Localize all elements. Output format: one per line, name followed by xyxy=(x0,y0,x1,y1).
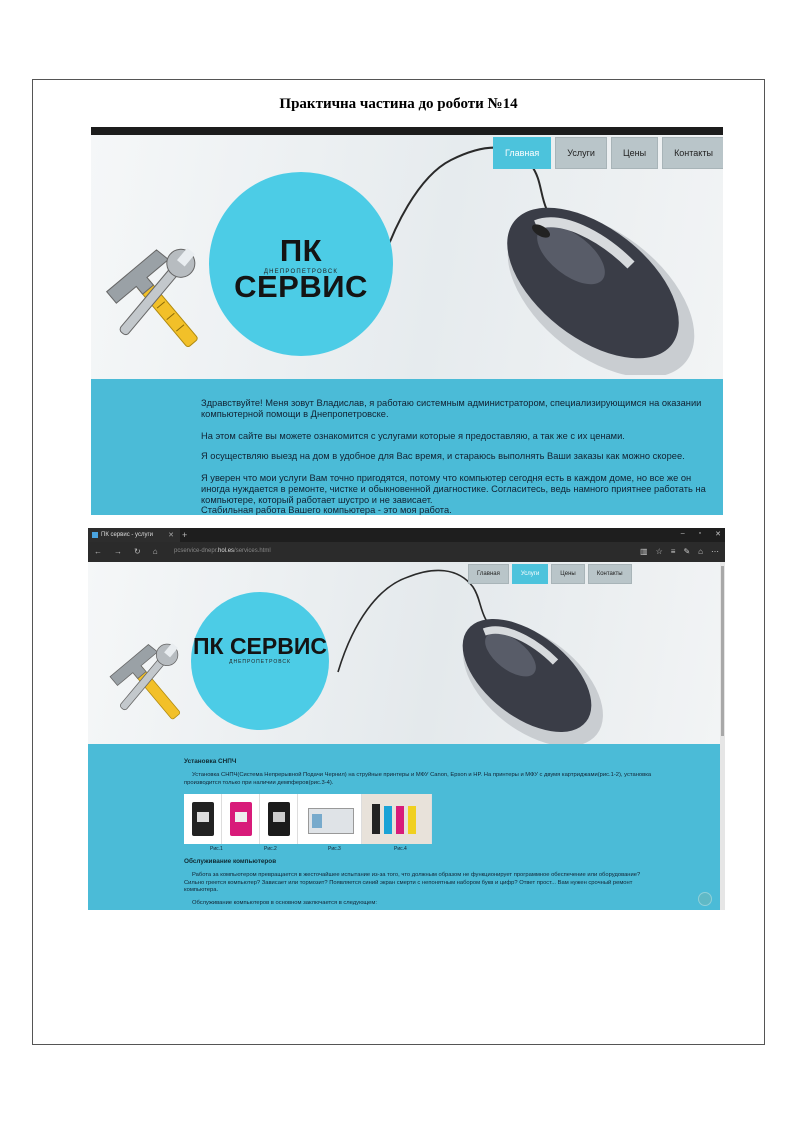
intro-paragraph: Я уверен что мои услуги Вам точно пригод… xyxy=(201,473,706,505)
web-note-icon[interactable]: ✎ xyxy=(683,547,690,556)
favorite-star-icon[interactable]: ☆ xyxy=(656,547,663,556)
window-controls: – ▫ ✕ xyxy=(681,530,721,538)
main-nav: Главная Услуги Цены Контакты xyxy=(493,137,723,169)
scrollbar-thumb[interactable] xyxy=(721,566,724,736)
nav-item-home[interactable]: Главная xyxy=(468,564,509,584)
photo-ink-bottles xyxy=(362,794,432,844)
photo-cartridge-black xyxy=(184,794,222,844)
section-text: Работа за компьютером превращается в жес… xyxy=(184,872,641,893)
refresh-icon[interactable]: ↻ xyxy=(134,547,141,556)
photo-caption: Рис.1 xyxy=(210,846,223,852)
url-field[interactable]: pcservice-dnepr.hol.es/services.html xyxy=(174,548,271,554)
scroll-to-top-button[interactable] xyxy=(698,892,712,906)
nav-item-home[interactable]: Главная xyxy=(493,137,552,169)
forward-icon[interactable]: → xyxy=(114,547,122,556)
url-host: hol.es xyxy=(218,548,235,554)
nav-item-contacts[interactable]: Контакты xyxy=(587,564,632,584)
hero-banner: ПК СЕРВИС ДНЕПРОПЕТРОВСК Главная Услуги … xyxy=(88,562,720,744)
intro-paragraph: Здравствуйте! Меня зовут Владислав, я ра… xyxy=(201,398,702,419)
back-icon[interactable]: ← xyxy=(94,547,102,556)
tools-icon xyxy=(105,247,198,348)
brand-city: ДНЕПРОПЕТРОВСК xyxy=(229,659,291,665)
tab-title: ПК сервис - услуги xyxy=(101,532,153,538)
brand-logo: ПК СЕРВИС xyxy=(192,633,327,659)
new-tab-icon[interactable]: + xyxy=(182,530,187,540)
photo-cartridge-ciss xyxy=(298,794,362,844)
section-text: Обслуживание компьютеров в основном закл… xyxy=(192,900,377,906)
browser-nav-buttons: ← → ↻ ⌂ xyxy=(94,547,158,556)
maximize-icon[interactable]: ▫ xyxy=(699,530,701,538)
photo-cartridge-color xyxy=(222,794,260,844)
photo-caption: Рис.3 xyxy=(328,846,341,852)
nav-item-services[interactable]: Услуги xyxy=(555,137,607,169)
intro-content: Здравствуйте! Меня зовут Владислав, я ра… xyxy=(91,379,723,515)
photo-cartridge-black-2 xyxy=(260,794,298,844)
services-content: Установка СНПЧ Установка СНПЧ(Система Не… xyxy=(88,744,720,910)
main-nav: Главная Услуги Цены Контакты xyxy=(468,564,632,584)
printer-photos xyxy=(184,794,432,844)
hub-icon[interactable]: ≡ xyxy=(671,547,676,556)
top-bar xyxy=(91,127,723,135)
close-window-icon[interactable]: ✕ xyxy=(715,530,721,538)
url-path: /services.html xyxy=(234,548,271,554)
intro-paragraph: Я осуществляю выезд на дом в удобное для… xyxy=(201,451,685,461)
photo-caption: Рис.4 xyxy=(394,846,407,852)
nav-item-prices[interactable]: Цены xyxy=(610,137,659,169)
share-icon[interactable]: ⌂ xyxy=(698,547,703,556)
close-tab-icon[interactable]: ✕ xyxy=(168,531,174,539)
address-bar: ← → ↻ ⌂ pcservice-dnepr.hol.es/services.… xyxy=(88,542,725,562)
nav-item-services[interactable]: Услуги xyxy=(511,564,549,584)
page-title: Практична частина до роботи №14 xyxy=(279,96,518,112)
nav-item-contacts[interactable]: Контакты xyxy=(662,137,723,169)
site-favicon-icon xyxy=(92,532,98,538)
screenshot-homepage: ПК СЕРВИС ДНЕПРОПЕТРОВСК Главная Услуги … xyxy=(91,127,723,515)
screenshot-services-page: ПК сервис - услуги ✕ + – ▫ ✕ ← → ↻ ⌂ pcs… xyxy=(88,528,725,910)
minimize-icon[interactable]: – xyxy=(681,530,685,538)
section-text: Установка СНПЧ(Система Непрерывной Подач… xyxy=(184,772,652,786)
computer-mouse-image xyxy=(507,207,695,375)
url-prefix: pcservice-dnepr. xyxy=(174,548,219,554)
intro-paragraph: На этом сайте вы можете ознакомится с ус… xyxy=(201,431,625,441)
browser-tab-bar: ПК сервис - услуги ✕ + – ▫ ✕ xyxy=(88,528,725,542)
home-icon[interactable]: ⌂ xyxy=(153,547,158,556)
section-heading: Установка СНПЧ xyxy=(184,758,237,765)
scrollbar[interactable] xyxy=(720,562,725,910)
reading-view-icon[interactable]: ▥ xyxy=(640,547,648,556)
browser-tools: ▥ ☆ ≡ ✎ ⌂ ⋯ xyxy=(640,547,719,556)
brand-city: ДНЕПРОПЕТРОВСК xyxy=(263,269,339,275)
more-icon[interactable]: ⋯ xyxy=(711,547,719,556)
nav-item-prices[interactable]: Цены xyxy=(551,564,585,584)
tools-icon xyxy=(109,642,181,720)
browser-tab[interactable]: ПК сервис - услуги ✕ xyxy=(88,528,180,542)
section-heading: Обслуживание компьютеров xyxy=(184,858,277,865)
photo-caption: Рис.2 xyxy=(264,846,277,852)
intro-paragraph: Стабильная работа Вашего компьютера - эт… xyxy=(201,505,452,515)
hero-banner: ПК СЕРВИС ДНЕПРОПЕТРОВСК Главная Услуги … xyxy=(91,135,723,379)
computer-mouse-image xyxy=(462,619,603,744)
